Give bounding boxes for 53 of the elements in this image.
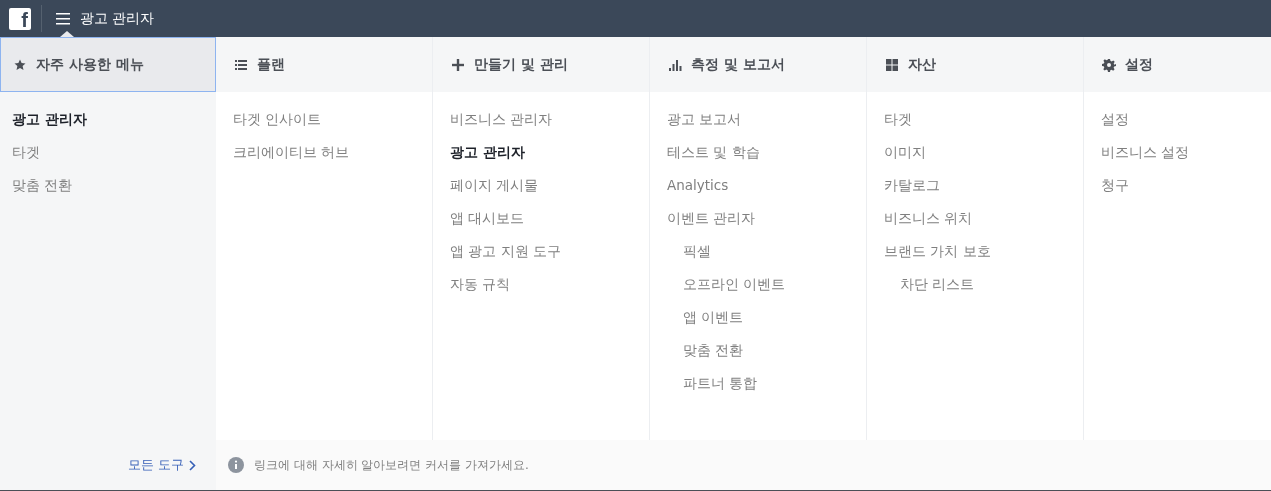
menu-link[interactable]: 앱 대시보드 <box>433 202 649 235</box>
logo[interactable]: f <box>9 7 31 30</box>
header-label: 설정 <box>1125 55 1153 74</box>
header-label: 측정 및 보고서 <box>691 55 785 74</box>
menu-link[interactable]: 비즈니스 위치 <box>867 202 1083 235</box>
all-tools-link[interactable]: 모든 도구 <box>127 456 196 474</box>
column-header[interactable]: 플랜 <box>216 37 432 92</box>
menu-button[interactable]: 광고 관리자 <box>56 9 155 28</box>
menu-link[interactable]: 타겟 <box>0 136 216 169</box>
menu-link[interactable]: 비즈니스 설정 <box>1084 136 1271 169</box>
menu-link[interactable]: 브랜드 가치 보호 <box>867 235 1083 268</box>
menu-link[interactable]: 자동 규칙 <box>433 268 649 301</box>
menu-link[interactable]: 이벤트 관리자 <box>650 202 866 235</box>
column-header[interactable]: 자주 사용한 메뉴 <box>0 37 216 92</box>
menu-link[interactable]: 맞춤 전환 <box>0 169 216 202</box>
menu-link[interactable]: 타겟 <box>867 103 1083 136</box>
menu-link[interactable]: 앱 광고 지원 도구 <box>433 235 649 268</box>
menu-link[interactable]: 파트너 통합 <box>650 367 866 400</box>
menu-link[interactable]: 오프라인 이벤트 <box>650 268 866 301</box>
menu-link[interactable]: 설정 <box>1084 103 1271 136</box>
menu-link[interactable]: 청구 <box>1084 169 1271 202</box>
menu-link[interactable]: 크리에이티브 허브 <box>216 136 432 169</box>
header-label: 플랜 <box>257 55 285 74</box>
hint-text: 링크에 대해 자세히 알아보려면 커서를 가져가세요. <box>254 456 529 474</box>
column-header[interactable]: 만들기 및 관리 <box>433 37 649 92</box>
menu-link[interactable]: 비즈니스 관리자 <box>433 103 649 136</box>
menu-link[interactable]: 카탈로그 <box>867 169 1083 202</box>
menu-link[interactable]: 앱 이벤트 <box>650 301 866 334</box>
menu-link[interactable]: 이미지 <box>867 136 1083 169</box>
info-icon <box>228 457 244 473</box>
list-icon <box>234 57 248 72</box>
menu-link[interactable]: 광고 관리자 <box>0 103 216 136</box>
menu-link[interactable]: 광고 보고서 <box>650 103 866 136</box>
bar-chart-icon <box>668 57 682 72</box>
plus-icon <box>451 57 465 72</box>
header-label: 만들기 및 관리 <box>474 55 568 74</box>
menu-link[interactable]: 타겟 인사이트 <box>216 103 432 136</box>
menu-link[interactable]: 테스트 및 학습 <box>650 136 866 169</box>
header-label: 자주 사용한 메뉴 <box>36 55 144 74</box>
column-header[interactable]: 자산 <box>867 37 1083 92</box>
column-header[interactable]: 측정 및 보고서 <box>650 37 866 92</box>
menu-link[interactable]: 차단 리스트 <box>867 268 1083 301</box>
chevron-icon <box>189 459 196 471</box>
menu-link[interactable]: 픽셀 <box>650 235 866 268</box>
menu-link[interactable]: Analytics <box>650 169 866 202</box>
header-label: 자산 <box>908 55 936 74</box>
settings-icon <box>1102 57 1116 72</box>
menu-icon <box>56 12 70 25</box>
menu-link[interactable]: 페이지 게시물 <box>433 169 649 202</box>
grid-icon <box>885 57 899 72</box>
menu-link[interactable]: 맞춤 전환 <box>650 334 866 367</box>
menu-link[interactable]: 광고 관리자 <box>433 136 649 169</box>
column-header[interactable]: 설정 <box>1084 37 1271 92</box>
